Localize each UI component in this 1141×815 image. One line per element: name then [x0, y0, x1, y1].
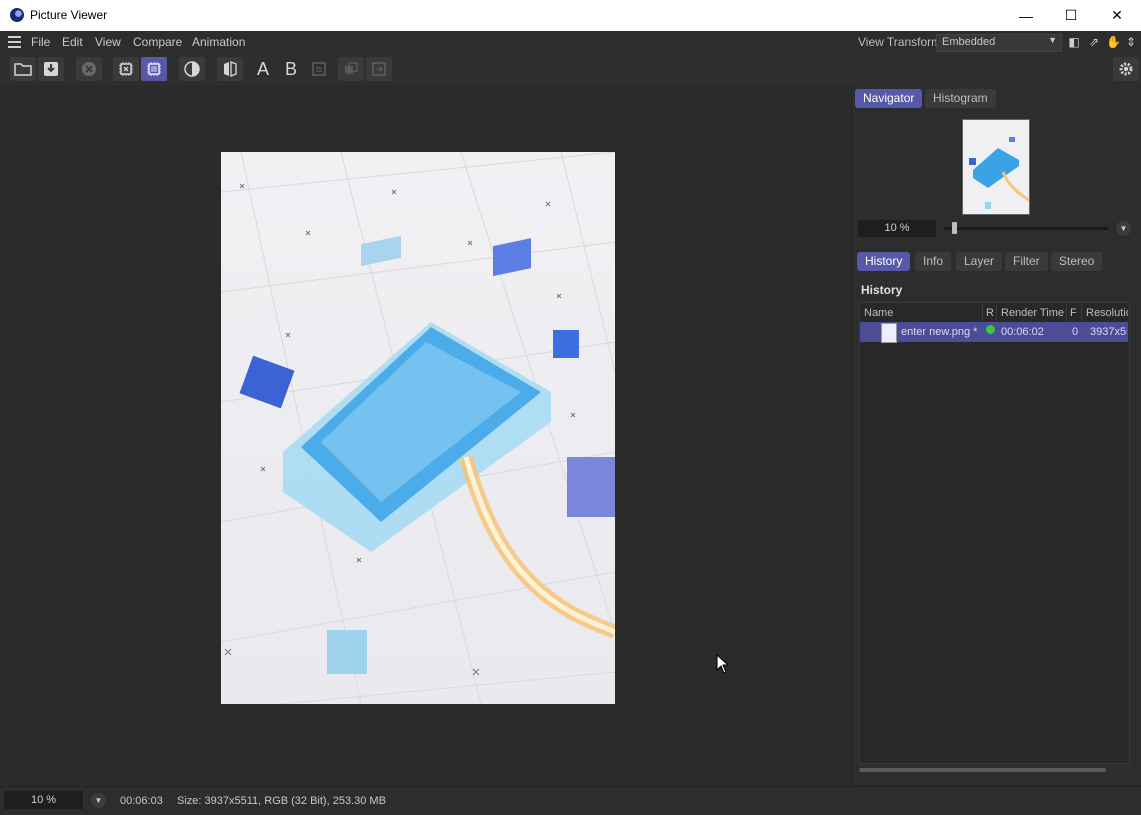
column-header-name[interactable]: Name [864, 307, 893, 319]
chip-cross-icon [119, 62, 133, 76]
statusbar-zoom-chevron-icon[interactable]: ▼ [91, 793, 106, 808]
tab-navigator[interactable]: Navigator [855, 89, 923, 108]
column-header-r[interactable]: R [986, 307, 994, 319]
export-icon [372, 62, 386, 76]
stop-render-button[interactable] [76, 57, 102, 81]
render-region-button[interactable] [113, 57, 139, 81]
tab-history[interactable]: History [857, 252, 911, 271]
save-download-icon [44, 62, 58, 76]
folder-icon [14, 63, 32, 76]
set-a-button[interactable]: A [250, 57, 276, 81]
rendered-image [221, 152, 615, 704]
set-b-label: B [284, 58, 297, 79]
row-frame: 0 [1072, 326, 1079, 338]
pan-hand-icon[interactable]: ✋ [1106, 35, 1121, 49]
statusbar-zoom-field[interactable]: 10 % [4, 791, 83, 809]
set-b-button[interactable]: B [278, 57, 304, 81]
tab-stereo[interactable]: Stereo [1051, 252, 1103, 271]
statusbar-image-info: Size: 3937x5511, RGB (32 Bit), 253.30 MB [177, 795, 386, 807]
column-divider[interactable] [1081, 304, 1082, 321]
toolbar [0, 53, 1141, 86]
horizontal-scrollbar[interactable] [859, 768, 1106, 772]
contrast-toggle-button[interactable] [179, 57, 205, 81]
zoom-dropdown-chevron-icon[interactable]: ▼ [1116, 221, 1131, 236]
view-transform-label: View Transform [858, 35, 942, 49]
set-a-label: A [256, 58, 269, 79]
history-table[interactable] [859, 302, 1130, 764]
hamburger-menu-icon[interactable] [8, 36, 21, 48]
row-render-time: 00:06:02 [1001, 326, 1044, 338]
tab-histogram[interactable]: Histogram [925, 89, 996, 108]
swap-ab-button[interactable] [306, 57, 332, 81]
stop-x-icon [82, 62, 96, 76]
chip-lines-icon [147, 62, 161, 76]
row-resolution: 3937x55 [1090, 326, 1127, 338]
navigator-thumbnail[interactable] [962, 119, 1030, 215]
ab-split-icon [224, 61, 237, 77]
view-transform-value: Embedded [942, 36, 996, 48]
settings-gear-button[interactable] [1113, 57, 1139, 81]
menu-animation[interactable]: Animation [192, 35, 245, 49]
column-divider[interactable] [996, 304, 997, 321]
ab-compare-button[interactable] [217, 57, 243, 81]
close-button[interactable]: ✕ [1094, 0, 1140, 31]
menu-compare[interactable]: Compare [133, 35, 182, 49]
column-header-resolution[interactable]: Resolutio [1086, 307, 1128, 319]
view-transform-select[interactable]: Embedded ▼ [936, 34, 1062, 52]
open-folder-button[interactable] [10, 57, 36, 81]
render-active-button[interactable] [141, 57, 167, 81]
navigator-zoom-field[interactable]: 10 % [858, 220, 936, 237]
swap-icon [312, 62, 326, 76]
maximize-button[interactable]: ☐ [1048, 0, 1094, 31]
chevron-down-icon: ▼ [1048, 35, 1057, 45]
window-title: Picture Viewer [30, 8, 108, 22]
tab-filter[interactable]: Filter [1005, 252, 1048, 271]
zoom-slider-knob[interactable] [952, 222, 957, 234]
external-window-icon[interactable]: ⇗ [1087, 35, 1101, 49]
column-divider[interactable] [982, 304, 983, 321]
status-bar [0, 786, 1141, 815]
half-circle-icon [184, 61, 200, 77]
zoom-slider-track[interactable] [944, 227, 1108, 230]
minimize-button[interactable]: — [1003, 0, 1049, 31]
tab-layer[interactable]: Layer [956, 252, 1003, 271]
title-bar: Picture Viewer — ☐ ✕ [0, 0, 1141, 32]
column-header-render-time[interactable]: Render Time [1001, 307, 1064, 319]
statusbar-render-time: 00:06:03 [120, 795, 163, 807]
export-button[interactable] [366, 57, 392, 81]
gear-icon [1119, 62, 1133, 76]
row-thumbnail [881, 323, 897, 343]
layers-icon [345, 62, 358, 74]
split-view-icon[interactable]: ◧ [1067, 35, 1081, 49]
column-header-frame[interactable]: F [1070, 307, 1077, 319]
menu-view[interactable]: View [95, 35, 121, 49]
render-status-icon [986, 325, 995, 334]
row-name: enter new.png * [901, 326, 978, 338]
menu-file[interactable]: File [31, 35, 50, 49]
pin-icon[interactable]: ⇕ [1124, 35, 1138, 49]
menu-edit[interactable]: Edit [62, 35, 83, 49]
overlay-button[interactable] [338, 57, 364, 81]
mouse-cursor-icon [716, 654, 730, 674]
column-divider[interactable] [1066, 304, 1067, 321]
tab-info[interactable]: Info [915, 252, 952, 271]
app-logo-icon [10, 8, 24, 22]
history-title: History [861, 283, 903, 297]
save-button[interactable] [38, 57, 64, 81]
